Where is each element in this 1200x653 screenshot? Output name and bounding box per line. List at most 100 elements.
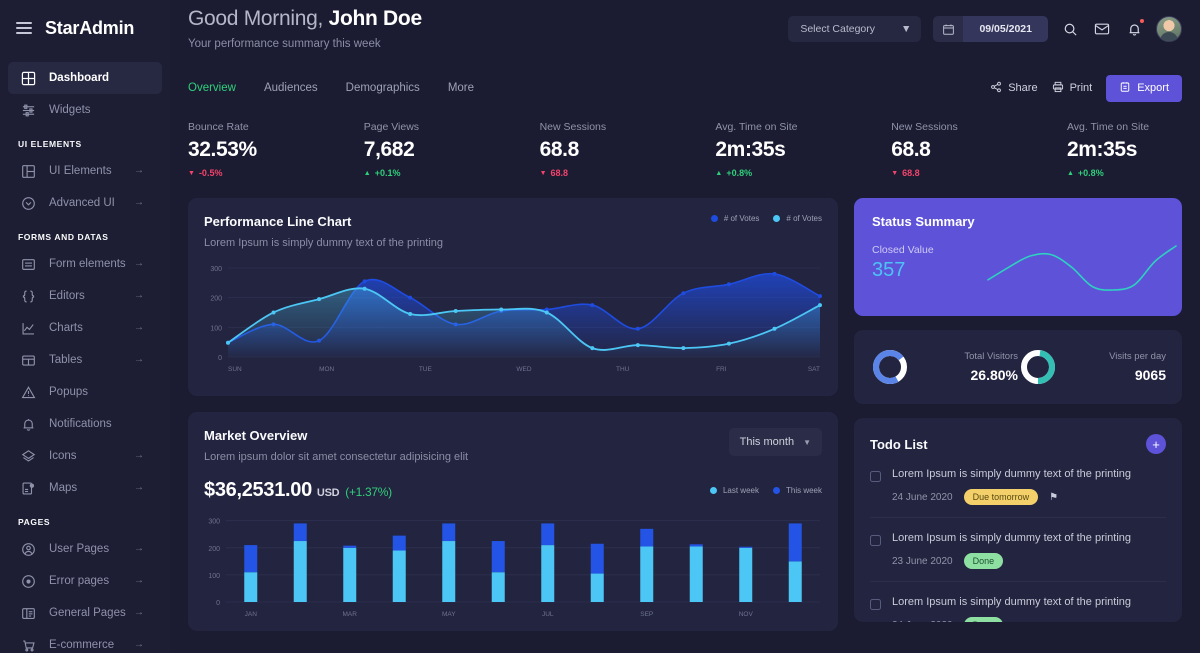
chevron-down-icon: ▼ (803, 437, 811, 447)
dashboard-grid: Performance Line Chart Lorem Ipsum is si… (188, 198, 1182, 631)
sidebar-item-label: User Pages (49, 543, 110, 555)
alert-triangle-icon (20, 384, 36, 400)
sidebar-nav: Dashboard Widgets UI ELEMENTS UI Element… (0, 56, 170, 653)
tab-audiences[interactable]: Audiences (250, 82, 332, 94)
category-select-value: Select Category (800, 23, 876, 35)
sidebar-item-label: General Pages (49, 607, 126, 619)
sidebar-section-title: UI ELEMENTS (18, 139, 82, 149)
total-visitors-meta: Total Visitors 26.80% (920, 351, 1018, 383)
market-amount: $36,2531.00 USD (+1.37%) (204, 479, 392, 502)
svg-text:300: 300 (208, 519, 220, 526)
stat-label: Avg. Time on Site (1066, 121, 1150, 133)
todo-checkbox[interactable] (870, 471, 881, 482)
bell-icon (20, 416, 36, 432)
tab-more[interactable]: More (434, 82, 488, 94)
chevron-right-icon: → (134, 639, 144, 650)
todo-checkbox[interactable] (870, 599, 881, 610)
mail-icon[interactable] (1092, 19, 1112, 39)
chevron-right-icon: → (134, 482, 144, 493)
category-select[interactable]: Select Category ▼ (788, 16, 922, 42)
performance-line-chart-card: Performance Line Chart Lorem Ipsum is si… (188, 198, 838, 396)
todo-header: Todo List + (870, 434, 1166, 454)
sidebar-item-tables[interactable]: Tables → (8, 344, 162, 376)
legend-item: This week (772, 486, 822, 495)
stat-delta: ▲ +0.8% (715, 168, 891, 178)
circle-chevron-icon (20, 195, 36, 211)
status-summary-card: Status Summary Closed Value 357 (854, 198, 1182, 316)
sidebar-item-ui-elements[interactable]: UI Elements → (8, 155, 162, 187)
sidebar-item-ecommerce[interactable]: E-commerce → (8, 629, 162, 653)
flag-icon[interactable]: ⚑ (1049, 492, 1058, 503)
line-chart: 0 100 200 300 SUN MON TUE WED THU FRI SAT (188, 249, 838, 386)
legend-item: # of Votes (710, 214, 759, 223)
share-button[interactable]: Share (990, 81, 1038, 96)
sidebar-item-general-pages[interactable]: General Pages → (8, 597, 162, 629)
page-subtitle: Your performance summary this week (188, 38, 381, 50)
todo-checkbox[interactable] (870, 535, 881, 546)
sidebar-item-editors[interactable]: Editors → (8, 280, 162, 312)
sidebar-item-label: Editors (49, 290, 85, 302)
stat-delta-value: 68.8 (902, 168, 920, 178)
chevron-right-icon: → (134, 354, 144, 365)
sidebar-item-error-pages[interactable]: Error pages → (8, 565, 162, 597)
line-chart-svg: 0 100 200 300 SUN MON TUE WED THU FRI SAT (210, 266, 822, 373)
export-button[interactable]: Export (1106, 74, 1182, 102)
stat-delta-value: +0.8% (1077, 168, 1104, 178)
stat-value: 7,682 (363, 138, 415, 161)
trend-down-icon: ▼ (188, 169, 195, 177)
avatar[interactable] (1156, 16, 1182, 42)
period-select[interactable]: This month ▼ (728, 428, 822, 456)
sidebar-item-notifications[interactable]: Notifications (8, 408, 162, 440)
legend-item: # of Votes (773, 214, 822, 223)
svg-text:200: 200 (210, 296, 222, 303)
svg-text:0: 0 (218, 355, 222, 362)
stat-label: New Sessions (891, 121, 958, 133)
sidebar-item-user-pages[interactable]: User Pages → (8, 533, 162, 565)
table-icon (20, 352, 36, 368)
todo-date: 24 June 2020 (892, 491, 953, 503)
app-root: StarAdmin Dashboard Widgets UI ELEMENTS (0, 0, 1200, 653)
todo-item[interactable]: Lorem Ipsum is simply dummy text of the … (870, 518, 1166, 582)
card-header: Performance Line Chart Lorem Ipsum is si… (188, 198, 838, 249)
currency-label: USD (316, 487, 340, 499)
right-column: Status Summary Closed Value 357 Total Vi… (854, 198, 1182, 631)
stat-value: 68.8 (539, 138, 580, 161)
plus-icon[interactable]: + (1146, 434, 1166, 454)
sidebar-item-label: UI Elements (49, 165, 112, 177)
svg-text:300: 300 (210, 266, 222, 273)
sidebar-item-widgets[interactable]: Widgets (8, 94, 162, 126)
svg-text:100: 100 (208, 573, 220, 580)
user-circle-icon (20, 541, 36, 557)
sidebar-item-label: Form elements (49, 258, 126, 270)
svg-text:NOV: NOV (739, 611, 754, 618)
card-subtitle: Lorem ipsum dolor sit amet consectetur a… (204, 451, 469, 463)
export-icon (1119, 81, 1131, 96)
search-icon[interactable] (1060, 19, 1080, 39)
sidebar-item-advanced-ui[interactable]: Advanced UI → (8, 187, 162, 219)
print-button[interactable]: Print (1052, 81, 1092, 96)
brand: StarAdmin (0, 0, 170, 56)
stat-value: 32.53% (188, 138, 257, 161)
todo-item[interactable]: Lorem Ipsum is simply dummy text of the … (870, 454, 1166, 518)
sidebar-item-dashboard[interactable]: Dashboard (8, 62, 162, 94)
notifications-bell-icon[interactable] (1124, 18, 1145, 39)
chevron-right-icon: → (134, 575, 144, 586)
sidebar-item-form-elements[interactable]: Form elements → (8, 248, 162, 280)
sidebar-item-charts[interactable]: Charts → (8, 312, 162, 344)
export-label: Export (1137, 82, 1169, 94)
greeting-block: Good Morning, John Doe Your performance … (188, 7, 788, 50)
todo-meta: 24 June 2020 Due tomorrow ⚑ (892, 489, 1166, 505)
print-icon (1052, 81, 1064, 96)
hamburger-icon[interactable] (16, 22, 32, 34)
card-header: Market Overview Lorem ipsum dolor sit am… (188, 412, 838, 463)
cart-icon (20, 637, 36, 653)
status-badge: Due tomorrow (963, 489, 1039, 505)
tab-overview[interactable]: Overview (188, 82, 250, 94)
sidebar-item-popups[interactable]: Popups (8, 376, 162, 408)
sidebar-item-maps[interactable]: Maps → (8, 472, 162, 504)
todo-item[interactable]: Lorem Ipsum is simply dummy text of the … (870, 582, 1166, 622)
bar-chart: 0 100 200 300 JAN MAR MAY JUL SEP NOV (188, 502, 838, 627)
date-picker[interactable]: 09/05/2021 (933, 16, 1048, 42)
tab-demographics[interactable]: Demographics (332, 82, 434, 94)
sidebar-item-icons[interactable]: Icons → (8, 440, 162, 472)
